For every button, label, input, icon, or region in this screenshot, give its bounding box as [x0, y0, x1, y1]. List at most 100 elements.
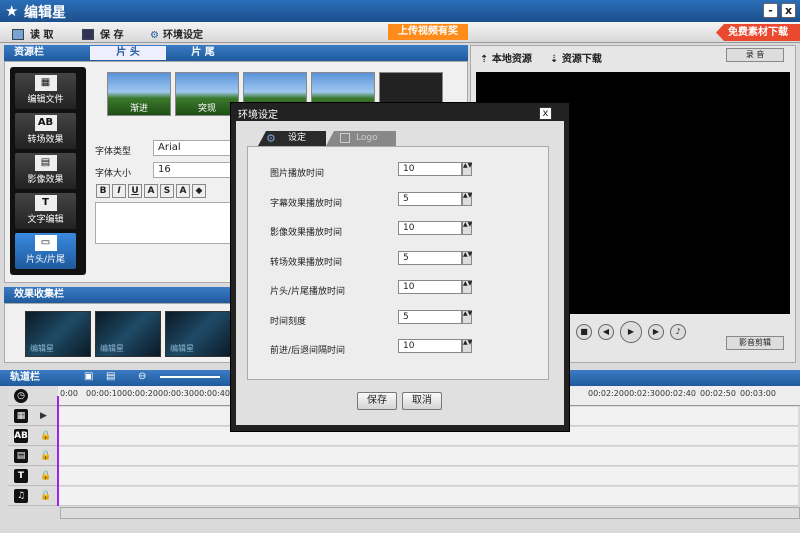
setting-label: 前进/后退间隔时间: [270, 346, 346, 356]
font-type-select[interactable]: Arial: [153, 140, 233, 156]
minimize-button[interactable]: -: [763, 3, 778, 18]
menu-head-tail[interactable]: ▭ 片头/片尾: [15, 233, 76, 269]
snapshot-button[interactable]: 影音剪辑: [726, 336, 784, 350]
spinner-icon[interactable]: ▲▼: [462, 221, 472, 235]
setting-input[interactable]: 5: [398, 251, 462, 265]
tab-logo[interactable]: Logo: [326, 131, 396, 146]
open-track-icon[interactable]: ▣: [84, 371, 93, 382]
outline-button[interactable]: A: [176, 184, 190, 198]
film-icon: ▦: [14, 409, 28, 423]
setting-input[interactable]: 5: [398, 192, 462, 206]
bold-button[interactable]: B: [96, 184, 110, 198]
lock-icon[interactable]: 🔒: [40, 491, 51, 501]
setting-label: 转场效果播放时间: [270, 258, 343, 268]
play-track-icon[interactable]: ▶: [40, 411, 47, 421]
effect-track-header: ▤ 🔒: [8, 447, 58, 466]
upload-video-button[interactable]: 上传视频有奖: [388, 24, 468, 40]
local-resource-tab[interactable]: ⇡ 本地资源: [480, 50, 532, 65]
ab-icon: AB: [14, 429, 28, 443]
next-frame-icon[interactable]: ▶: [648, 324, 664, 340]
spinner-icon[interactable]: ▲▼: [462, 162, 472, 176]
play-icon[interactable]: ▶: [620, 321, 642, 343]
save-track-icon[interactable]: ▤: [106, 371, 115, 382]
tick-label: 00:00:40: [194, 389, 230, 398]
italic-button[interactable]: I: [112, 184, 126, 198]
effect-track[interactable]: [58, 447, 798, 466]
title-bar: [0, 0, 800, 22]
folder-icon: [12, 29, 24, 40]
download-icon: ⇣: [550, 54, 562, 65]
menu-transition[interactable]: AB 转场效果: [15, 113, 76, 149]
save-button[interactable]: 保 存: [82, 26, 123, 41]
font-size-label: 字体大小: [95, 169, 132, 179]
setting-input[interactable]: 10: [398, 221, 462, 235]
setting-input[interactable]: 10: [398, 339, 462, 353]
lock-icon[interactable]: 🔒: [40, 431, 51, 441]
tick-label: 00:02:40: [660, 389, 696, 398]
video-track-header: ▦ ▶: [8, 407, 58, 426]
menu-edit-file[interactable]: ▦ 编辑文件: [15, 73, 76, 109]
setting-label: 影像效果播放时间: [270, 228, 343, 238]
spinner-icon[interactable]: ▲▼: [462, 192, 472, 206]
tick-label: 00:03:00: [740, 389, 776, 398]
music-track[interactable]: [58, 487, 798, 506]
spinner-icon[interactable]: ▲▼: [462, 280, 472, 294]
record-button[interactable]: 录 音: [726, 48, 784, 62]
setting-label: 图片播放时间: [270, 169, 325, 179]
setting-input[interactable]: 10: [398, 280, 462, 294]
font-size-select[interactable]: 16: [153, 162, 233, 178]
dialog-save-button[interactable]: 保存: [357, 392, 397, 410]
tab-head[interactable]: 片 头: [90, 46, 166, 60]
film-icon: ▦: [34, 75, 57, 91]
settings-button[interactable]: ⚙ 环境设定: [150, 26, 203, 41]
filmstrip-icon: ▤: [34, 155, 57, 171]
setting-label: 时间刻度: [270, 317, 307, 327]
lock-icon[interactable]: 🔒: [40, 471, 51, 481]
effect-item[interactable]: 编辑星: [165, 311, 231, 357]
thumb-fade[interactable]: 渐进: [107, 72, 171, 116]
font-color-button[interactable]: A: [144, 184, 158, 198]
logo-icon: [340, 133, 350, 143]
floppy-icon: [82, 29, 94, 40]
tick-label: 00:02:50: [700, 389, 736, 398]
text-track-header: T 🔒: [8, 467, 58, 486]
lock-icon[interactable]: 🔒: [40, 451, 51, 461]
spinner-icon[interactable]: ▲▼: [462, 339, 472, 353]
stop-icon[interactable]: ■: [576, 324, 592, 340]
track-scrollbar[interactable]: [60, 507, 800, 519]
text-icon: T: [34, 195, 57, 211]
shadow-button[interactable]: S: [160, 184, 174, 198]
underline-button[interactable]: U: [128, 184, 142, 198]
setting-input[interactable]: 10: [398, 162, 462, 176]
dialog-title: 环境设定: [238, 110, 278, 121]
upload-icon: ⇡: [480, 54, 492, 65]
blocks-icon: ▭: [34, 235, 57, 251]
read-button[interactable]: 读 取: [12, 26, 53, 41]
effect-item[interactable]: 编辑星: [95, 311, 161, 357]
setting-input[interactable]: 5: [398, 310, 462, 324]
spinner-icon[interactable]: ▲▼: [462, 251, 472, 265]
dialog-close-button[interactable]: x: [539, 107, 552, 120]
fill-icon[interactable]: ◆: [192, 184, 206, 198]
dialog-cancel-button[interactable]: 取消: [402, 392, 442, 410]
resource-download-tab[interactable]: ⇣ 资源下载: [550, 50, 602, 65]
menu-text-edit[interactable]: T 文字编辑: [15, 193, 76, 229]
zoom-out-icon[interactable]: ⊖: [138, 371, 146, 382]
text-track[interactable]: [58, 467, 798, 486]
close-button[interactable]: x: [781, 3, 796, 18]
app-title: 编辑星: [24, 5, 66, 21]
clock-icon: ◷: [14, 389, 28, 403]
volume-icon[interactable]: ♪: [670, 324, 686, 340]
zoom-slider[interactable]: [160, 376, 220, 378]
tab-tail[interactable]: 片 尾: [168, 46, 238, 60]
tick-label: 0:00: [60, 389, 78, 398]
text-input-area[interactable]: [95, 202, 235, 244]
menu-video-effect[interactable]: ▤ 影像效果: [15, 153, 76, 189]
playhead[interactable]: [57, 396, 59, 506]
spinner-icon[interactable]: ▲▼: [462, 310, 472, 324]
prev-frame-icon[interactable]: ◀: [598, 324, 614, 340]
free-download-button[interactable]: 免费素材下载: [716, 24, 800, 41]
effect-item[interactable]: 编辑星: [25, 311, 91, 357]
tick-label: 00:02:20: [588, 389, 624, 398]
font-type-label: 字体类型: [95, 147, 132, 157]
